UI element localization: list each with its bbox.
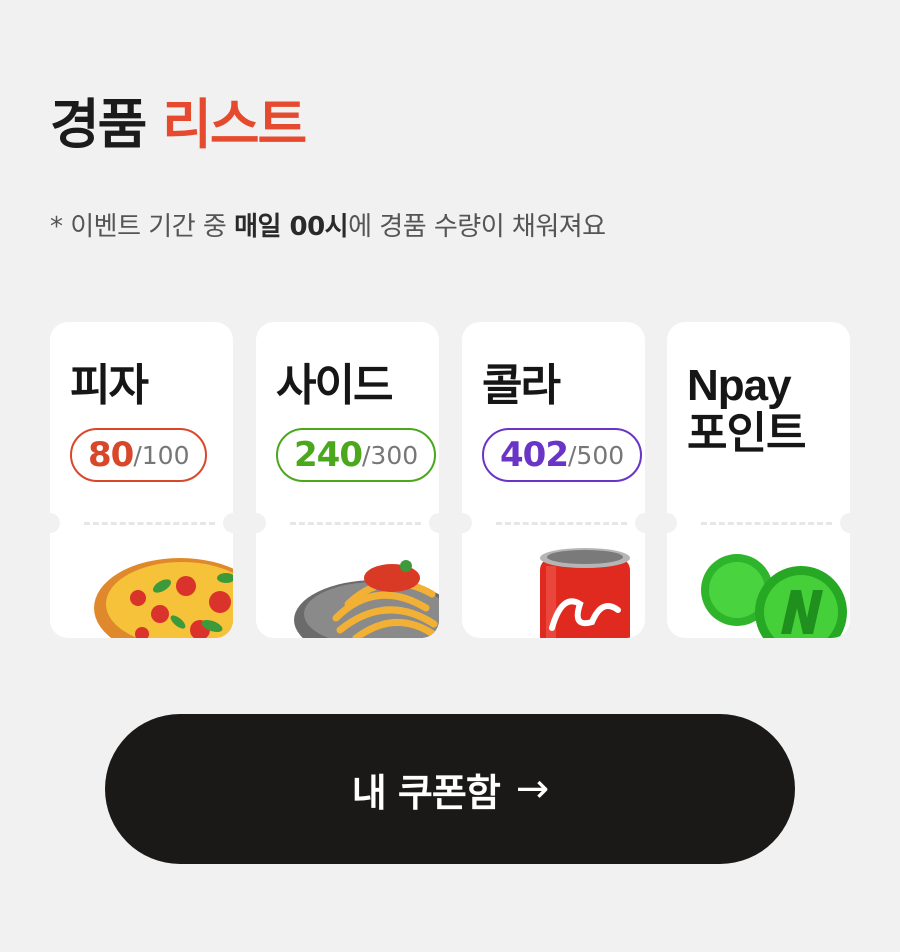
perforation-divider	[701, 522, 832, 525]
prize-name: Npay 포인트	[687, 361, 806, 459]
perforation-divider	[84, 522, 215, 525]
notice-bold: 매일 00시	[234, 212, 349, 242]
ticket-notch	[256, 513, 266, 533]
quantity-total: /500	[567, 440, 625, 470]
prize-name: 사이드	[276, 360, 393, 411]
ticket-notch	[635, 513, 645, 533]
quantity-badge: 402/500	[482, 428, 643, 482]
ticket-notch	[429, 513, 439, 533]
title-main: 경품	[50, 93, 147, 156]
quantity-total: /100	[133, 440, 190, 470]
notice-suffix: 에 경품 수량이 채워져요	[348, 212, 606, 242]
ticket-notch	[840, 513, 850, 533]
ticket-notch	[50, 513, 60, 533]
prize-card-side[interactable]: 사이드 240/300	[256, 322, 439, 638]
ticket-notch	[667, 513, 677, 533]
notice-prefix: * 이벤트 기간 중	[50, 212, 235, 242]
prize-name: 피자	[70, 360, 149, 411]
quantity-remaining: 240	[294, 435, 363, 475]
prize-card-cola[interactable]: 콜라 402/500	[462, 322, 645, 638]
quantity-badge: 240/300	[276, 428, 437, 482]
cola-can-icon	[540, 548, 630, 638]
spaghetti-icon	[294, 560, 439, 638]
perforation-divider	[290, 522, 421, 525]
page-title: 경품 리스트	[50, 98, 307, 152]
quantity-remaining: 402	[500, 435, 569, 475]
refill-notice: * 이벤트 기간 중 매일 00시에 경품 수량이 채워져요	[50, 206, 606, 243]
prize-card-npay-point[interactable]: Npay 포인트	[667, 322, 850, 638]
title-accent: 리스트	[162, 93, 307, 156]
prize-card-pizza[interactable]: 피자 80/100	[50, 322, 233, 638]
my-coupons-label: 내 쿠폰함	[351, 770, 501, 815]
arrow-right-icon: →	[515, 766, 550, 812]
quantity-remaining: 80	[88, 435, 134, 475]
prize-name-line1: Npay	[687, 361, 792, 410]
pizza-icon	[94, 558, 233, 638]
ticket-notch	[223, 513, 233, 533]
npay-coin-icon	[701, 554, 847, 638]
quantity-badge: 80/100	[70, 428, 208, 482]
perforation-divider	[496, 522, 627, 525]
prize-name-line2: 포인트	[687, 409, 806, 459]
my-coupons-button[interactable]: 내 쿠폰함 →	[105, 714, 795, 864]
ticket-notch	[462, 513, 472, 533]
prize-name: 콜라	[482, 360, 561, 411]
quantity-total: /300	[361, 440, 419, 470]
